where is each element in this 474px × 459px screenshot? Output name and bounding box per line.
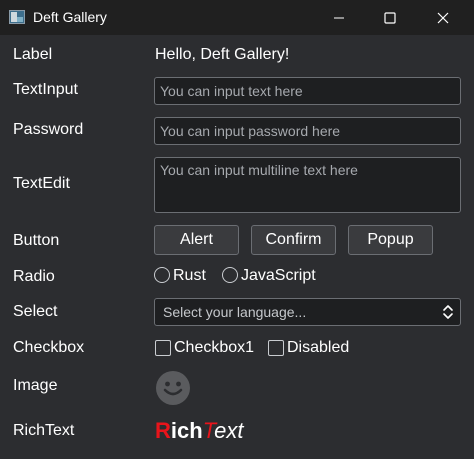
alert-button[interactable]: Alert xyxy=(154,225,239,255)
select-value: Select your language... xyxy=(163,304,307,320)
textinput-row-label: TextInput xyxy=(13,81,78,98)
label-row-label: Label xyxy=(13,46,53,63)
maximize-button[interactable] xyxy=(367,0,413,35)
title-bar[interactable]: Deft Gallery xyxy=(0,0,474,35)
maximize-icon xyxy=(384,11,396,24)
textedit-row-label: TextEdit xyxy=(13,175,70,192)
minimize-icon xyxy=(334,17,344,18)
up-down-chevron-icon xyxy=(443,305,453,319)
window-title: Deft Gallery xyxy=(33,9,107,25)
password-input[interactable] xyxy=(154,117,461,145)
rich-text: RichText xyxy=(155,418,243,444)
radio-row-label: Radio xyxy=(13,268,55,285)
rich-text-part-2: ich xyxy=(170,418,203,443)
checkbox-disabled-label[interactable]: Disabled xyxy=(287,339,349,357)
smiley-face-icon xyxy=(156,371,190,405)
text-input[interactable] xyxy=(154,77,461,105)
radio-javascript[interactable] xyxy=(222,267,238,283)
radio-rust-label[interactable]: Rust xyxy=(173,267,206,285)
radio-rust[interactable] xyxy=(154,267,170,283)
close-button[interactable] xyxy=(420,0,466,35)
minimize-button[interactable] xyxy=(316,0,362,35)
image-row-label: Image xyxy=(13,377,58,394)
app-window-icon xyxy=(9,10,25,24)
label-value: Hello, Deft Gallery! xyxy=(155,46,290,63)
app-window: Deft Gallery Label Hello, Deft Gallery! … xyxy=(0,0,474,459)
multiline-text-edit[interactable] xyxy=(154,157,461,213)
rich-text-part-4: ext xyxy=(214,418,244,443)
button-row-label: Button xyxy=(13,232,60,249)
rich-text-part-3: T xyxy=(202,418,215,443)
radio-javascript-label[interactable]: JavaScript xyxy=(241,267,316,285)
popup-button[interactable]: Popup xyxy=(348,225,433,255)
checkbox-disabled[interactable] xyxy=(268,340,284,356)
rich-text-part-1: R xyxy=(155,418,171,443)
checkbox-row-label: Checkbox xyxy=(13,339,85,356)
confirm-button[interactable]: Confirm xyxy=(251,225,336,255)
richtext-row-label: RichText xyxy=(13,422,75,439)
password-row-label: Password xyxy=(13,121,84,138)
language-select[interactable]: Select your language... xyxy=(154,298,461,326)
checkbox1[interactable] xyxy=(155,340,171,356)
select-row-label: Select xyxy=(13,303,58,320)
close-icon xyxy=(437,12,449,23)
checkbox1-label[interactable]: Checkbox1 xyxy=(174,339,254,357)
